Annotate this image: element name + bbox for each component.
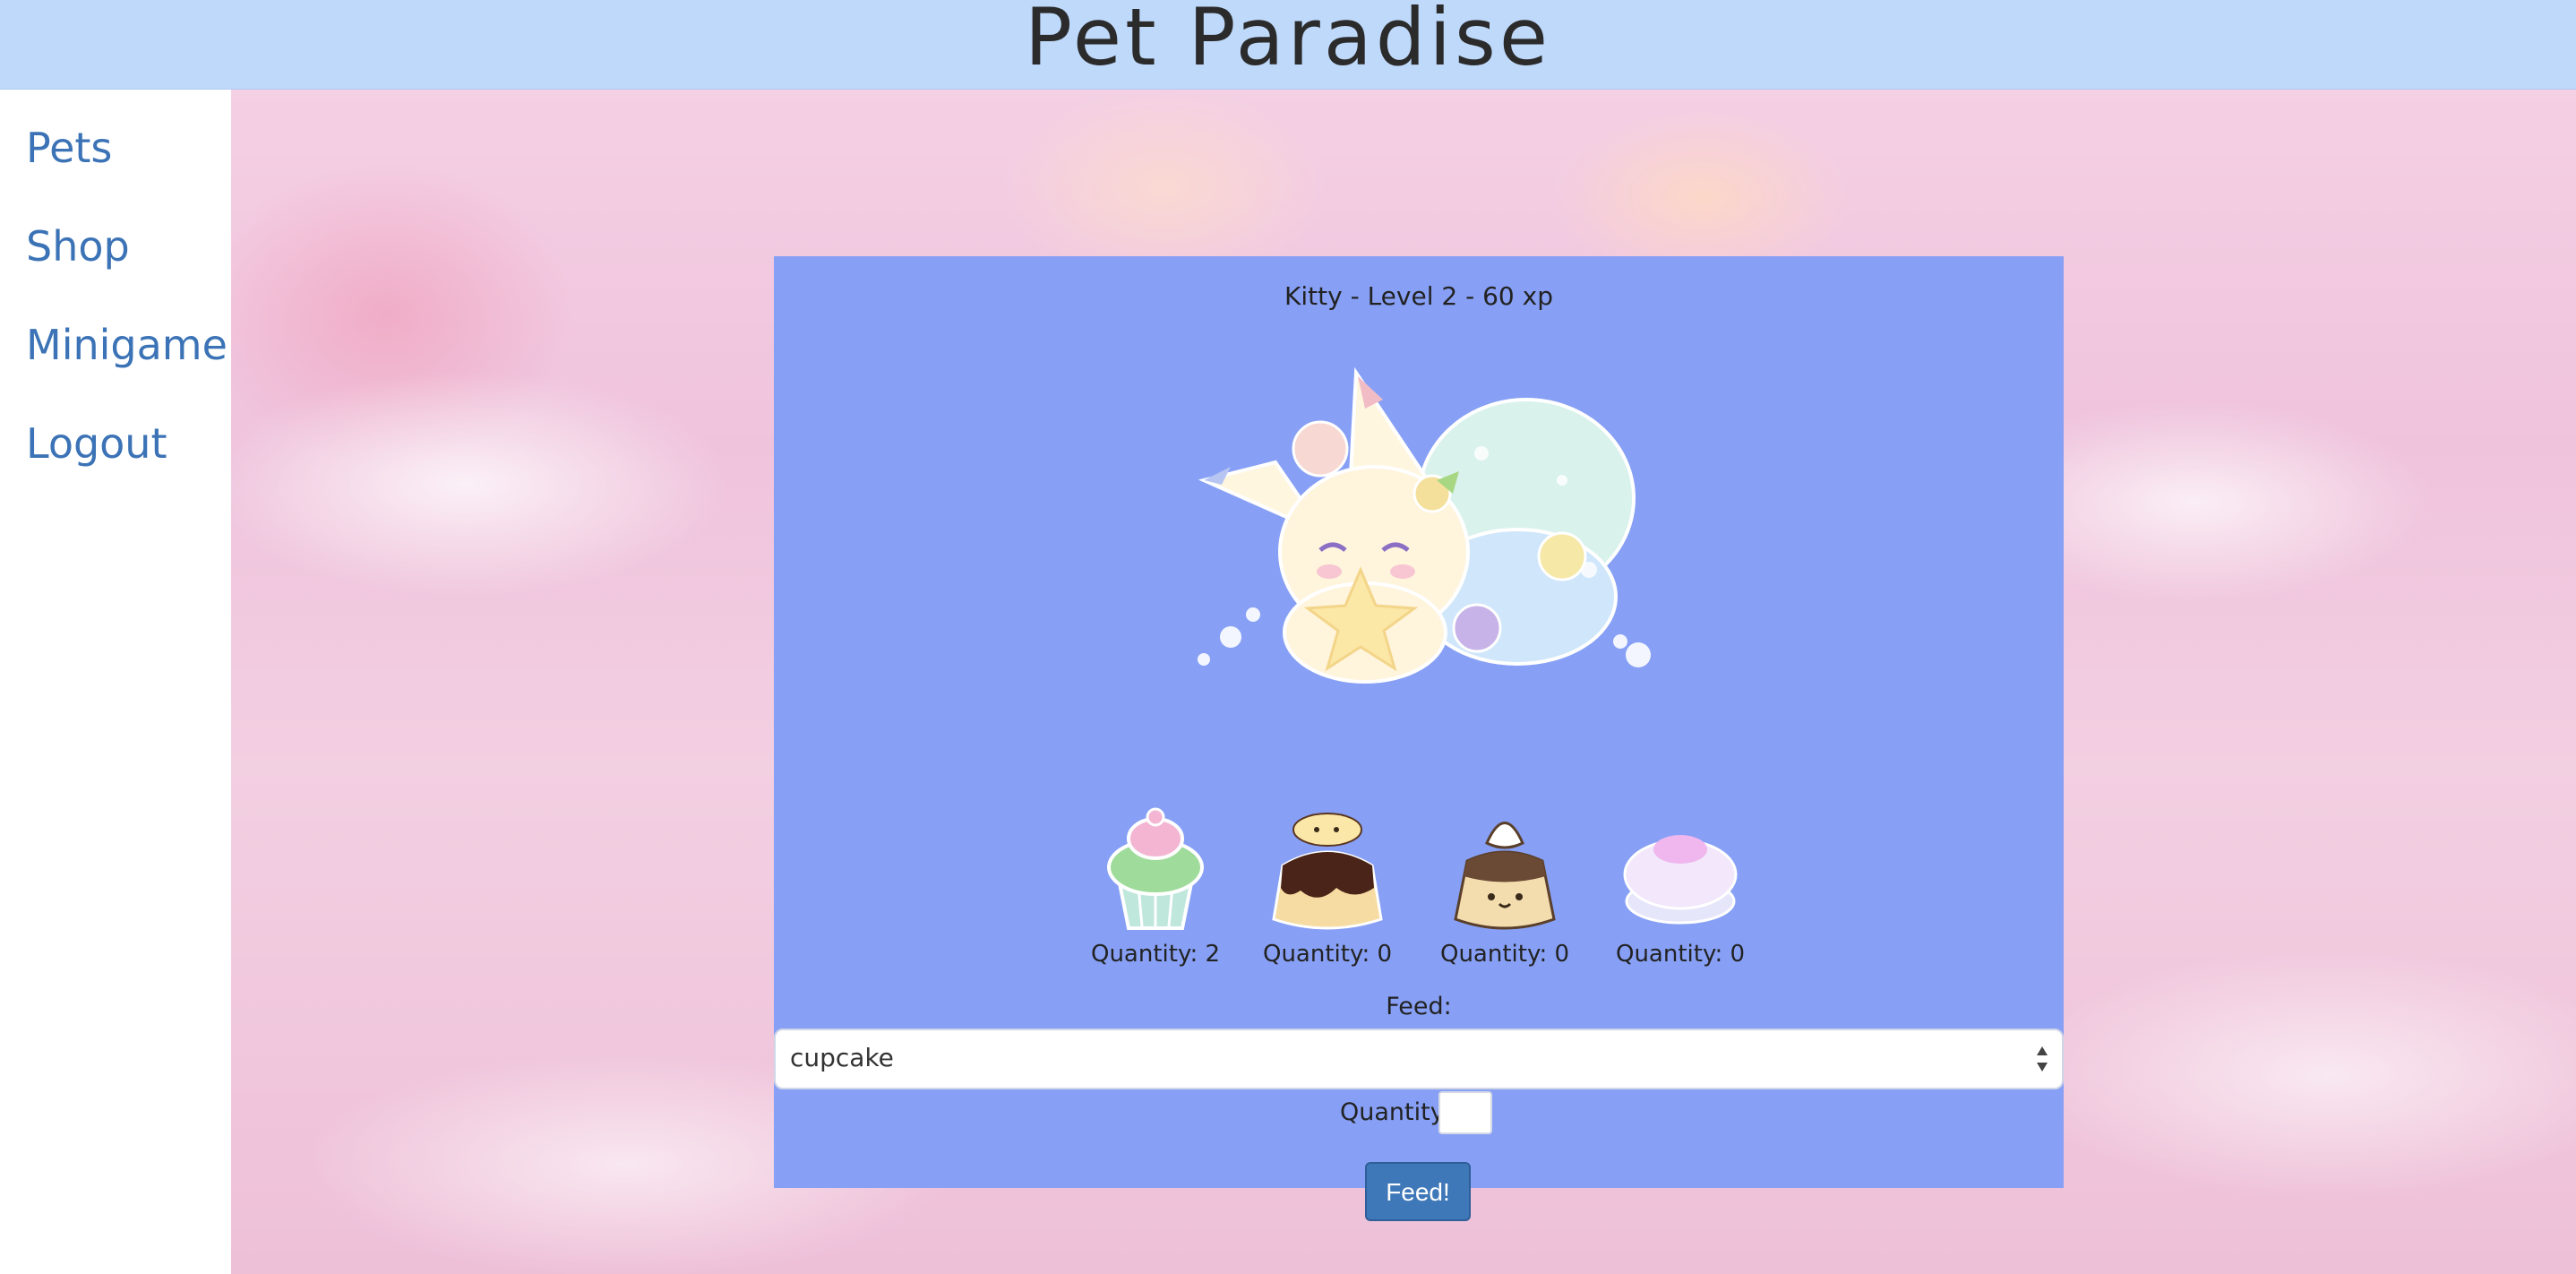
food-select[interactable]: cupcake [774,1029,2064,1089]
sidebar: Pets Shop Minigame Logout [0,90,231,1274]
pet-panel: Kitty - Level 2 - 60 xp Quantity: 2 Quan… [774,256,2064,1188]
pudding-icon [1272,813,1383,930]
sidebar-item-logout[interactable]: Logout [0,394,231,493]
sidebar-item-pets[interactable]: Pets [0,99,231,197]
feed-button[interactable]: Feed! [1365,1162,1471,1221]
quantity-input[interactable] [1438,1091,1492,1134]
sidebar-item-minigame[interactable]: Minigame [0,296,231,394]
header-bar: Pet Paradise [0,0,2576,90]
sidebar-item-shop[interactable]: Shop [0,197,231,296]
site-title: Pet Paradise [1025,0,1551,83]
inventory-quantity: Quantity: 0 [1262,941,1393,968]
quantity-row: Quantity: [774,1089,2064,1140]
cat-pet-icon [1198,366,1651,684]
macaron-icon [1623,835,1738,925]
inventory-quantity: Quantity: 2 [1090,941,1221,968]
feed-label: Feed: [1386,993,1452,1020]
cupcake-icon [1107,807,1204,930]
inventory-item-macaron: Quantity: 0 [1600,803,1761,968]
inventory-item-cupcake: Quantity: 2 [1075,803,1236,968]
select-arrows-icon [2037,1046,2048,1072]
food-select-value: cupcake [790,1043,894,1072]
pet-caption: Kitty - Level 2 - 60 xp [1284,281,1553,311]
inventory-item-chocolate-pudding: Quantity: 0 [1424,803,1585,968]
inventory-item-pudding: Quantity: 0 [1247,803,1408,968]
inventory-quantity: Quantity: 0 [1439,941,1570,968]
quantity-label: Quantity: [1340,1098,1451,1126]
chocolate-pudding-icon [1454,822,1556,930]
inventory-quantity: Quantity: 0 [1615,941,1746,968]
